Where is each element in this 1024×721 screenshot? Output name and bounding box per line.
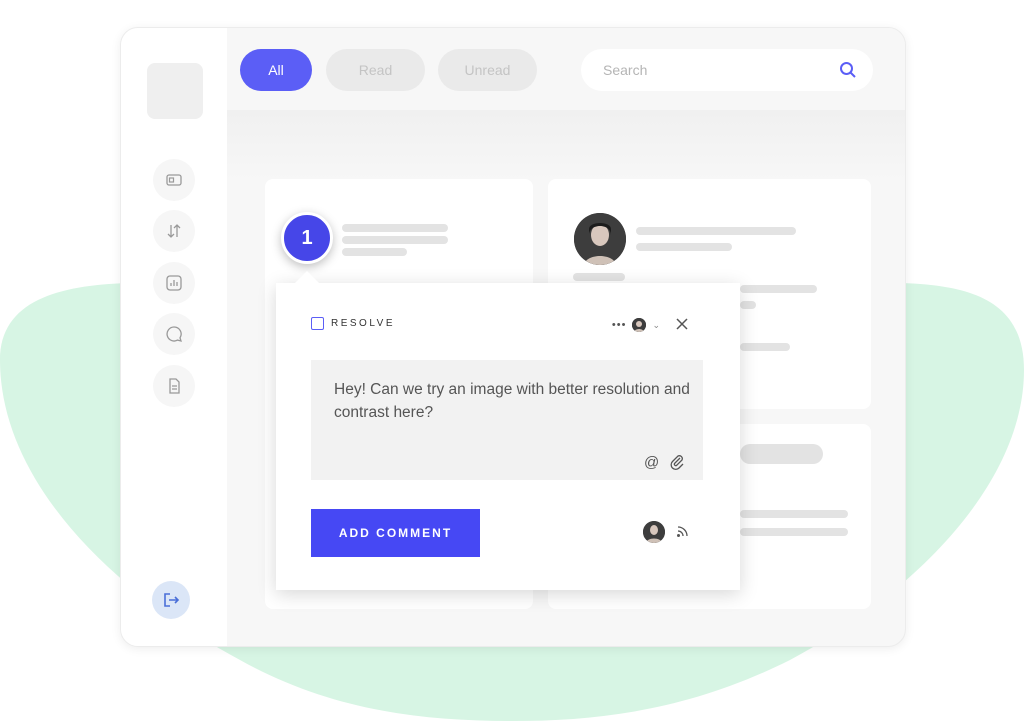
document-icon (169, 378, 180, 394)
mention-icon[interactable]: @ (644, 454, 659, 471)
sort-arrows-icon (167, 224, 181, 238)
placeholder-line (636, 243, 732, 251)
comment-input[interactable]: Hey! Can we try an image with better res… (311, 360, 703, 480)
chevron-down-icon[interactable]: ⌄ (652, 320, 660, 331)
popup-toolbar: ••• ⌄ (612, 318, 660, 332)
attachment-icon[interactable] (669, 454, 685, 470)
placeholder-line (740, 510, 848, 518)
top-bar: All Read Unread Search (227, 28, 905, 110)
sidebar-item-sort[interactable] (153, 210, 195, 252)
search-placeholder: Search (603, 62, 648, 78)
comment-text[interactable]: Hey! Can we try an image with better res… (334, 378, 694, 424)
popup-pointer (295, 271, 319, 283)
resolve-label: RESOLVE (331, 318, 395, 329)
placeholder-line (342, 224, 448, 232)
more-options-icon[interactable]: ••• (612, 319, 627, 331)
placeholder-line (740, 285, 817, 293)
search-input[interactable]: Search (581, 49, 873, 91)
placeholder-pill (740, 444, 823, 464)
placeholder-line (636, 227, 796, 235)
comment-number-badge[interactable]: 1 (281, 212, 333, 264)
filter-all-button[interactable]: All (240, 49, 312, 91)
placeholder-line (740, 528, 848, 536)
sidebar-item-chart[interactable] (153, 262, 195, 304)
chart-icon (166, 275, 182, 291)
assignee-avatar[interactable] (632, 318, 647, 332)
logout-icon (164, 593, 180, 607)
placeholder-line (342, 248, 407, 256)
rss-feed-icon[interactable] (676, 525, 689, 538)
checkbox-icon[interactable] (311, 317, 324, 330)
placeholder-line (342, 236, 448, 244)
resolve-checkbox[interactable]: RESOLVE (311, 317, 395, 330)
placeholder-line (573, 273, 625, 281)
commenter-avatar (643, 521, 665, 543)
sidebar-item-id-card[interactable] (153, 159, 195, 201)
logo-placeholder (147, 63, 203, 119)
filter-read-button[interactable]: Read (326, 49, 425, 91)
close-icon[interactable] (674, 316, 690, 332)
placeholder-line (740, 301, 756, 309)
sidebar-item-document[interactable] (153, 365, 195, 407)
id-card-icon (166, 174, 182, 186)
filter-unread-button[interactable]: Unread (438, 49, 537, 91)
sidebar-item-chat[interactable] (153, 313, 195, 355)
placeholder-line (740, 343, 790, 351)
chat-bubble-icon (166, 326, 182, 342)
logout-button[interactable] (152, 581, 190, 619)
comment-popup: RESOLVE ••• ⌄ Hey! Can we try an image w… (276, 283, 740, 590)
add-comment-button[interactable]: ADD COMMENT (311, 509, 480, 557)
content-header-shade (227, 110, 905, 180)
search-icon[interactable] (839, 61, 857, 79)
user-avatar (574, 213, 626, 265)
sidebar (121, 28, 227, 646)
